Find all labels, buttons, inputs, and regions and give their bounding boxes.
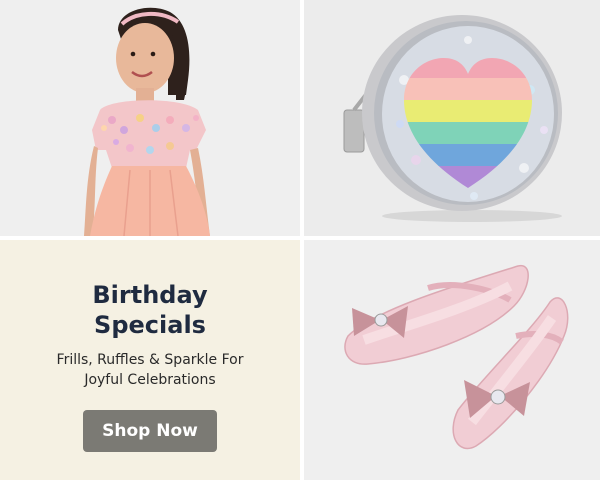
promo-panel: Birthday Specials Frills, Ruffles & Spar… xyxy=(0,240,300,480)
promo-title: Birthday Specials xyxy=(92,281,208,339)
promo-subtitle: Frills, Ruffles & Sparkle For Joyful Cel… xyxy=(56,352,244,388)
pink-bow-ballet-flats-photo[interactable] xyxy=(304,240,600,480)
birthday-specials-banner: Birthday Specials Frills, Ruffles & Spar… xyxy=(0,0,600,480)
pink-ballet-flats-image xyxy=(304,240,600,480)
girl-sequin-dress-photo[interactable] xyxy=(0,0,300,236)
girl-sequin-dress-image xyxy=(0,0,300,236)
rainbow-heart-bag-image xyxy=(304,0,600,236)
shop-now-button[interactable]: Shop Now xyxy=(83,410,217,452)
rainbow-heart-sequin-bag-photo[interactable] xyxy=(304,0,600,236)
